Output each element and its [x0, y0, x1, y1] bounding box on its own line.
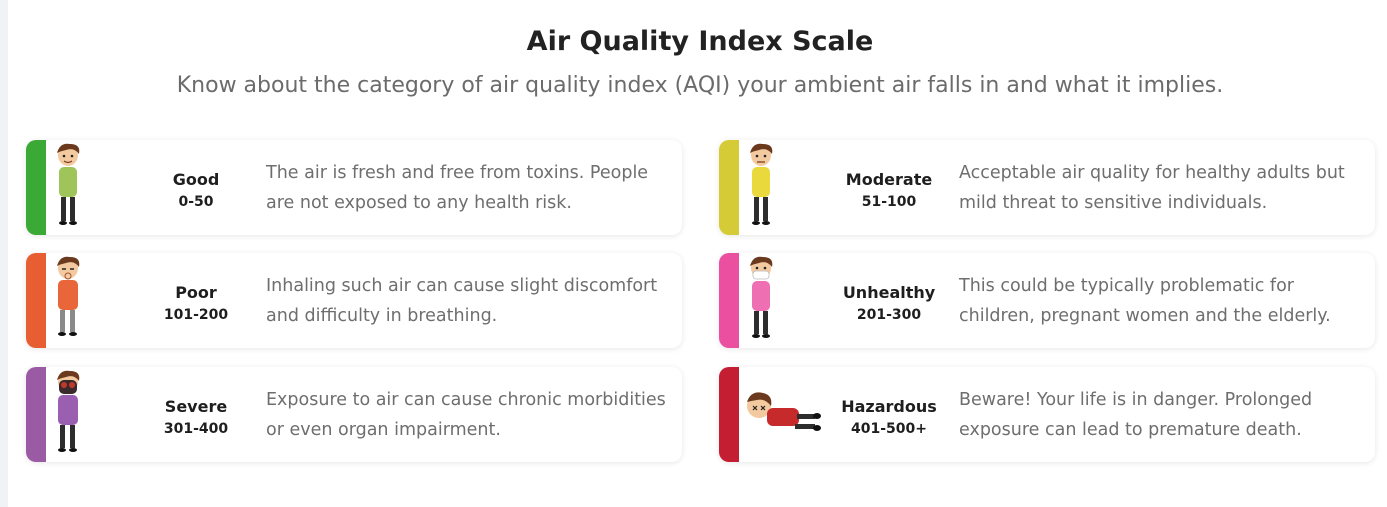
category-name: Severe [164, 397, 228, 416]
page-subtitle: Know about the category of air quality i… [176, 73, 1224, 98]
category-description: Beware! Your life is in danger. Prolonge… [959, 390, 1313, 440]
aqi-card-severe: Severe 301-400 Exposure to air can cause… [26, 367, 682, 462]
category-color-bar [26, 367, 46, 462]
category-name: Good [172, 170, 220, 189]
category-color-bar [719, 253, 739, 348]
category-color-bar [719, 367, 739, 462]
collapsed-boy-icon [741, 368, 825, 460]
masked-boy-icon [741, 254, 781, 346]
category-range: 301-400 [163, 421, 229, 437]
category-color-bar [719, 140, 739, 235]
category-label: Severe 301-400 [146, 397, 246, 437]
aqi-card-poor: Poor 101-200 Inhaling such air can cause… [26, 253, 682, 348]
category-description: Inhaling such air can cause slight disco… [266, 276, 658, 326]
category-label: Good 0-50 [146, 170, 246, 210]
category-label: Poor 101-200 [146, 283, 246, 323]
page-title: Air Quality Index Scale [526, 26, 874, 57]
mildly-affected-boy-icon [741, 141, 781, 233]
category-range: 51-100 [861, 194, 917, 210]
category-label: Hazardous 401-500+ [839, 397, 939, 437]
category-name: Unhealthy [842, 283, 936, 302]
category-description: Acceptable air quality for healthy adult… [959, 163, 1345, 213]
category-name: Hazardous [841, 397, 937, 416]
category-name: Poor [175, 283, 217, 302]
category-description: The air is fresh and free from toxins. P… [266, 163, 649, 213]
coughing-boy-icon [48, 254, 88, 346]
category-color-bar [26, 140, 46, 235]
aqi-card-moderate: Moderate 51-100 Acceptable air quality f… [719, 140, 1375, 235]
category-range: 201-300 [856, 307, 922, 323]
aqi-card-hazardous: Hazardous 401-500+ Beware! Your life is … [719, 367, 1375, 462]
category-range: 101-200 [163, 307, 229, 323]
category-color-bar [26, 253, 46, 348]
category-description: This could be typically problematic for … [959, 276, 1331, 326]
category-range: 401-500+ [851, 421, 927, 437]
gas-mask-boy-icon [48, 368, 88, 460]
healthy-boy-icon [48, 141, 88, 233]
category-label: Moderate 51-100 [839, 170, 939, 210]
category-description: Exposure to air can cause chronic morbid… [266, 390, 666, 440]
category-range: 0-50 [178, 194, 214, 210]
category-name: Moderate [845, 170, 933, 189]
category-label: Unhealthy 201-300 [839, 283, 939, 323]
aqi-card-unhealthy: Unhealthy 201-300 This could be typicall… [719, 253, 1375, 348]
aqi-card-good: Good 0-50 The air is fresh and free from… [26, 140, 682, 235]
